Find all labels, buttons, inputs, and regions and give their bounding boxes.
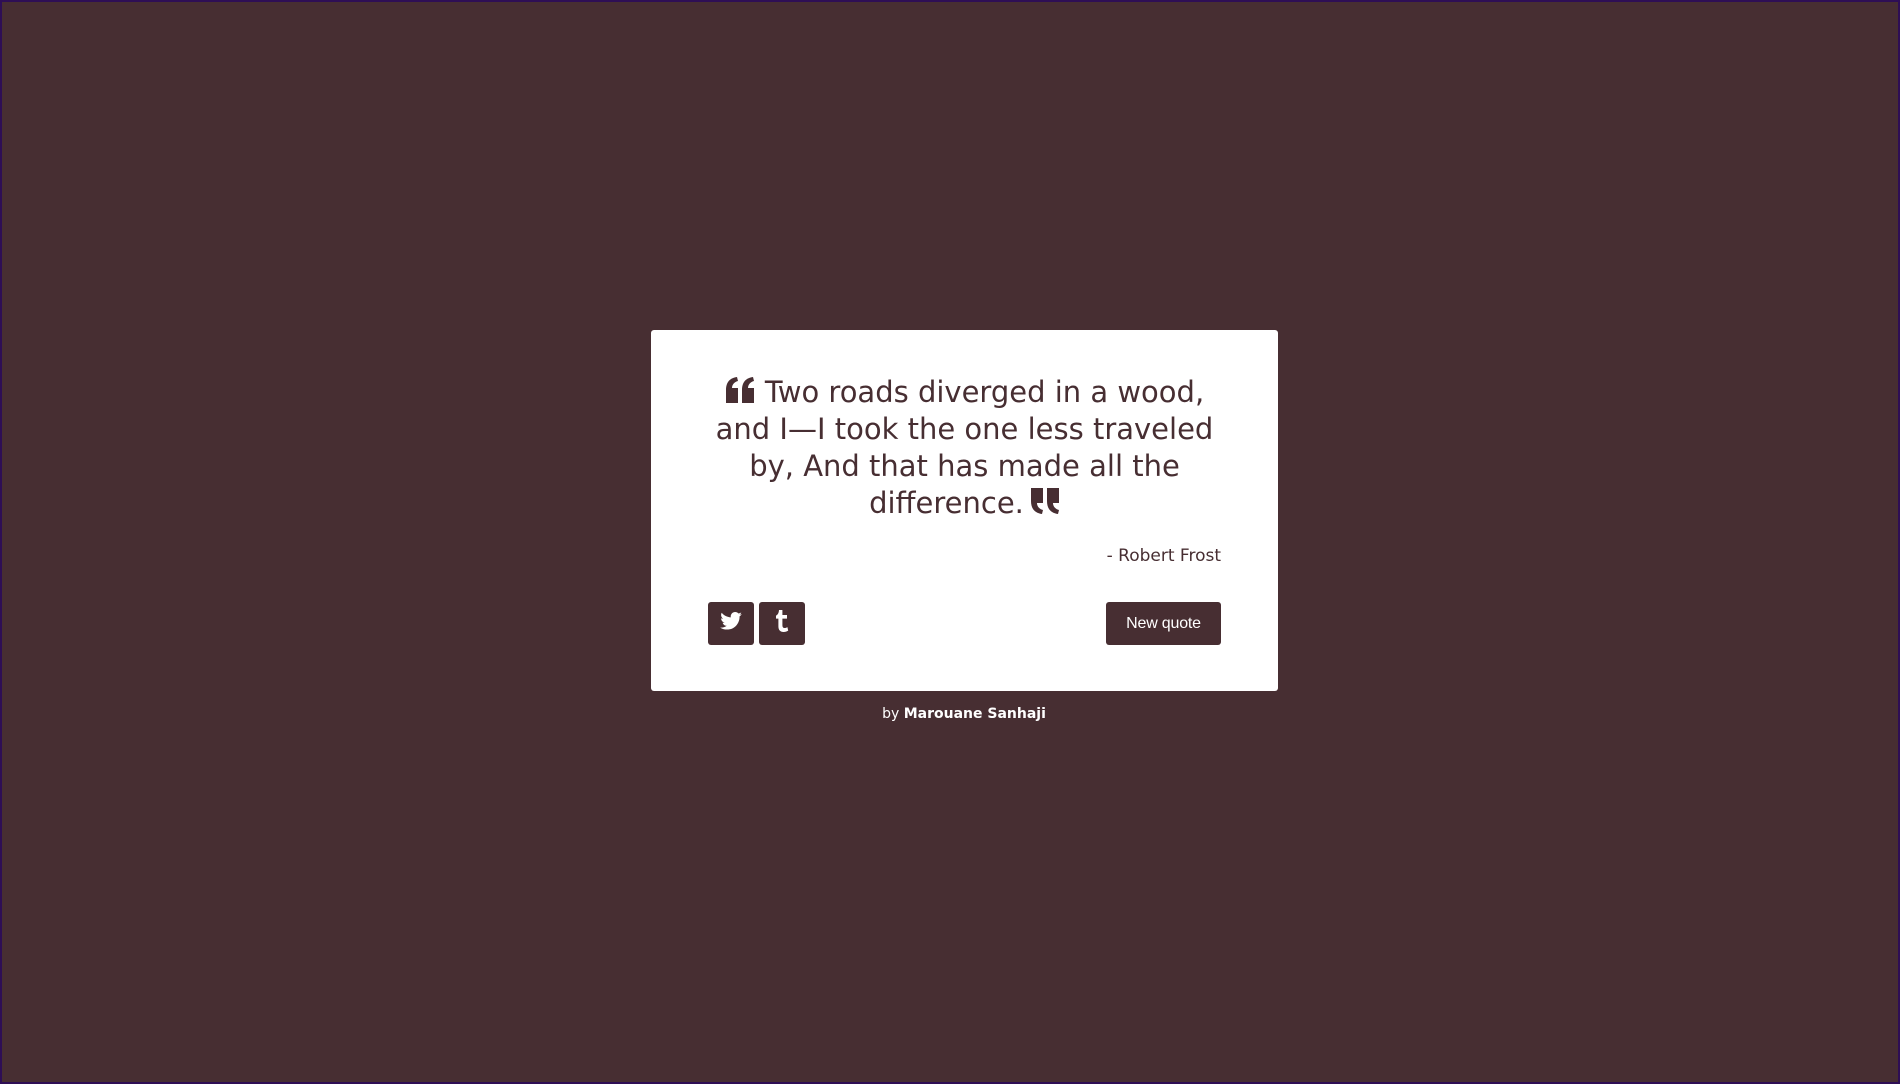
tumblr-quote-button[interactable] [759, 602, 805, 645]
quote-text-block: Two roads diverged in a wood, and I—I to… [701, 374, 1228, 522]
quote-right-icon [1030, 488, 1060, 514]
twitter-icon [720, 612, 742, 635]
tumblr-icon [775, 610, 789, 637]
quote-author: - Robert Frost [1106, 546, 1221, 566]
quote-left-icon [725, 377, 755, 403]
author-credit-link[interactable]: Marouane Sanhaji [904, 706, 1046, 722]
tweet-quote-button[interactable] [708, 602, 754, 645]
new-quote-button[interactable]: New quote [1106, 602, 1221, 645]
quote-text: Two roads diverged in a wood, and I—I to… [715, 375, 1214, 520]
credit-prefix: by [882, 706, 900, 722]
credit-line: by Marouane Sanhaji [2, 706, 1900, 722]
quote-box: Two roads diverged in a wood, and I—I to… [651, 330, 1278, 691]
